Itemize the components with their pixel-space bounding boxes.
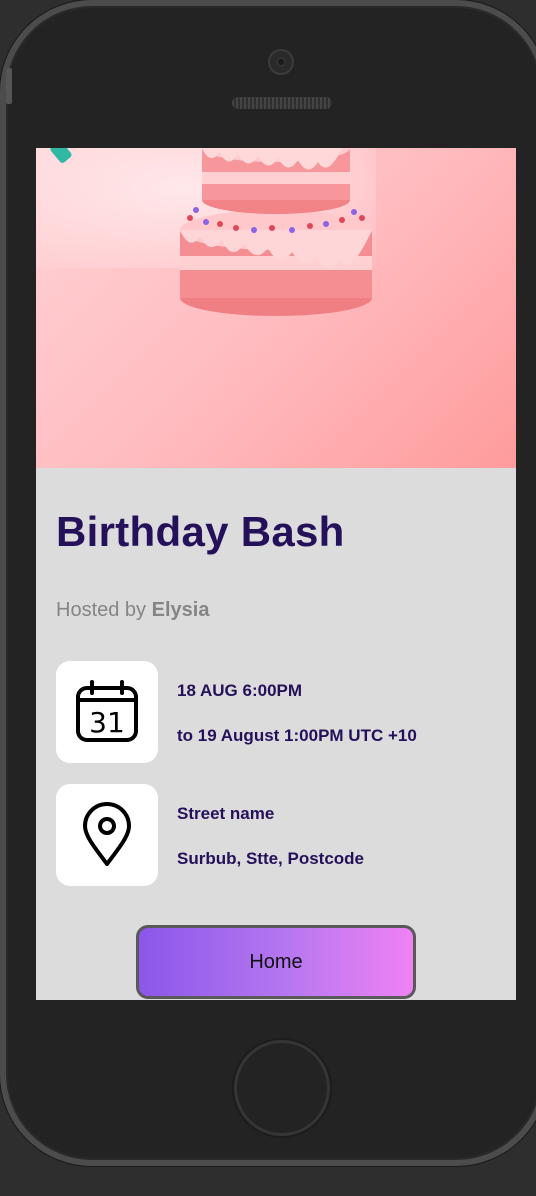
- host-line: Hosted by Elysia: [56, 599, 209, 622]
- location-card[interactable]: [56, 784, 158, 886]
- front-camera: [268, 49, 294, 75]
- birthday-cake-icon: [180, 148, 372, 316]
- device-stage: Birthday Bash Hosted by Elysia 31 18 AUG…: [0, 0, 536, 1196]
- host-name: Elysia: [151, 599, 210, 621]
- home-hardware-button[interactable]: [234, 1040, 330, 1136]
- hero-image: [36, 148, 516, 468]
- event-start-time: 18 AUG 6:00PM: [177, 681, 303, 700]
- map-pin-icon: [83, 802, 131, 866]
- earpiece-speaker: [232, 97, 332, 109]
- app-screen: Birthday Bash Hosted by Elysia 31 18 AUG…: [36, 148, 516, 1000]
- calendar-day-number: 31: [89, 706, 125, 739]
- event-end-time: to 19 August 1:00PM UTC +10: [177, 726, 417, 745]
- mute-switch: [6, 68, 12, 104]
- calendar-icon: 31: [76, 680, 138, 742]
- home-button[interactable]: Home: [136, 925, 416, 999]
- location-street: Street name: [177, 804, 275, 823]
- location-locality: Surbub, Stte, Postcode: [177, 849, 365, 868]
- event-title: Birthday Bash: [56, 508, 345, 555]
- date-card[interactable]: 31: [56, 661, 158, 763]
- hosted-by-label: Hosted by: [56, 599, 147, 621]
